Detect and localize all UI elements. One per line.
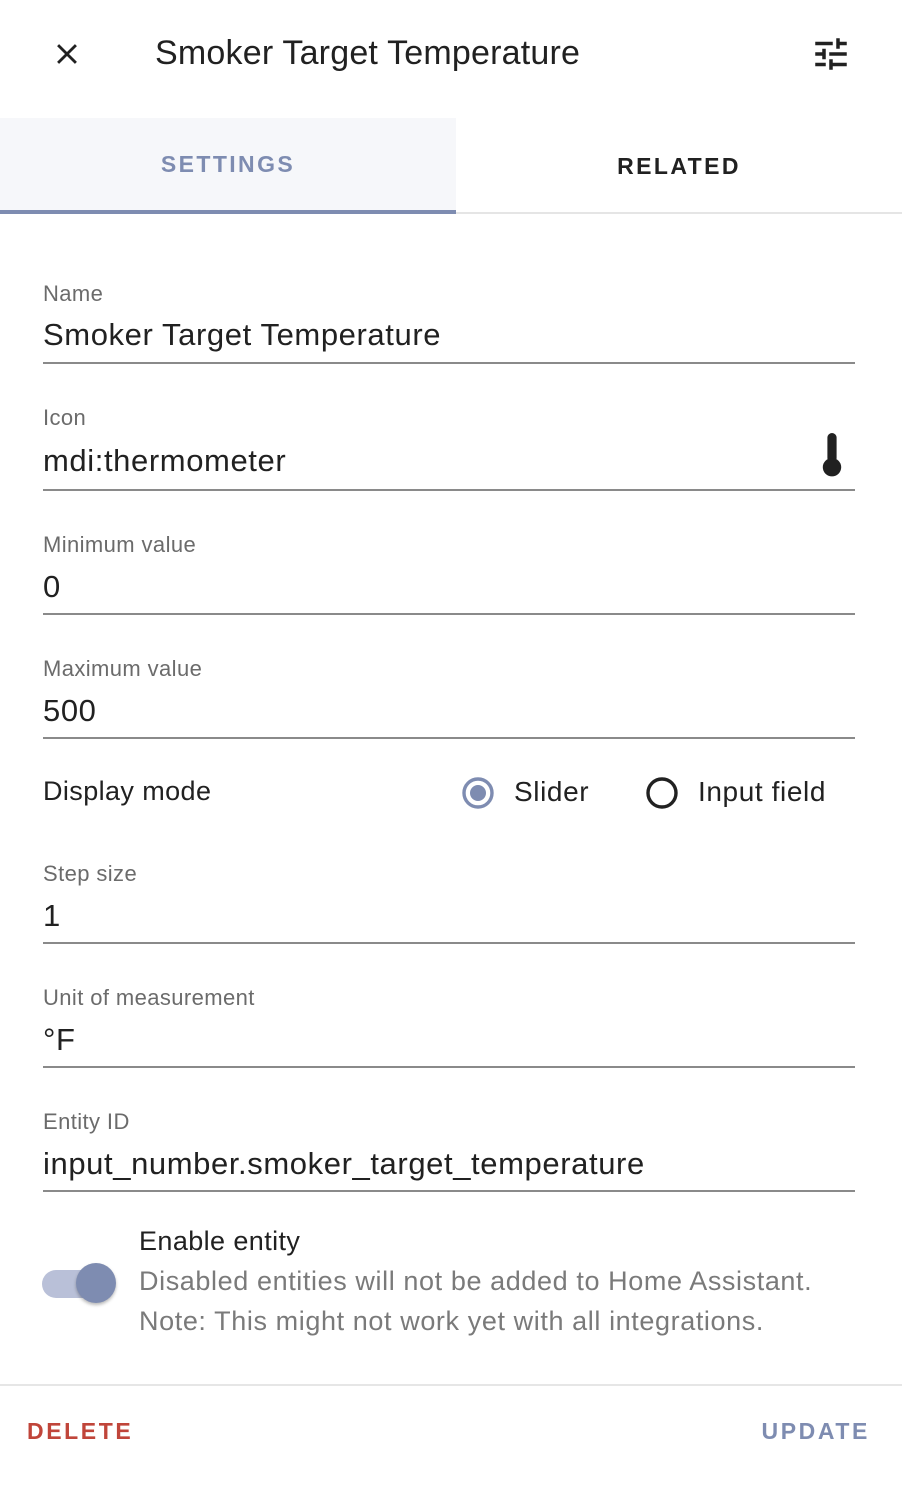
display-mode-label: Display mode xyxy=(43,776,212,806)
step-size-input[interactable]: 1 xyxy=(43,898,803,934)
dialog-header: Smoker Target Temperature xyxy=(0,0,902,118)
icon-label: Icon xyxy=(43,405,87,430)
icon-input[interactable]: mdi:thermometer xyxy=(43,443,803,479)
radio-slider[interactable] xyxy=(461,776,495,810)
minimum-value-input[interactable]: 0 xyxy=(43,569,803,605)
minimum-value-field[interactable]: Minimum value 0 xyxy=(43,532,855,615)
name-label: Name xyxy=(43,281,104,306)
tab-related[interactable]: RELATED xyxy=(456,118,902,214)
unit-of-measurement-label: Unit of measurement xyxy=(43,985,255,1010)
unit-of-measurement-input[interactable]: °F xyxy=(43,1022,803,1058)
radio-input-field[interactable] xyxy=(645,776,679,810)
update-button[interactable]: UPDATE xyxy=(762,1418,870,1445)
name-input[interactable]: Smoker Target Temperature xyxy=(43,317,803,353)
step-size-label: Step size xyxy=(43,861,138,886)
radio-slider-label[interactable]: Slider xyxy=(514,776,589,808)
maximum-value-label: Maximum value xyxy=(43,656,203,681)
thermometer-icon xyxy=(822,433,842,477)
advanced-settings-button[interactable] xyxy=(800,24,862,84)
minimum-value-label: Minimum value xyxy=(43,532,197,557)
maximum-value-field[interactable]: Maximum value 500 xyxy=(43,656,855,739)
enable-entity-label: Enable entity xyxy=(139,1226,301,1256)
close-icon xyxy=(57,44,77,64)
enable-entity-description-line2: Note: This might not work yet with all i… xyxy=(139,1306,764,1336)
entity-id-label: Entity ID xyxy=(43,1109,130,1134)
dialog-title: Smoker Target Temperature xyxy=(155,34,581,72)
icon-field[interactable]: Icon mdi:thermometer xyxy=(43,405,855,491)
close-button[interactable] xyxy=(37,24,97,84)
step-size-field[interactable]: Step size 1 xyxy=(43,861,855,944)
entity-id-field[interactable]: Entity ID input_number.smoker_target_tem… xyxy=(43,1109,855,1192)
unit-of-measurement-field[interactable]: Unit of measurement °F xyxy=(43,985,855,1068)
tab-settings[interactable]: SETTINGS xyxy=(0,118,456,214)
name-field[interactable]: Name Smoker Target Temperature xyxy=(43,281,855,364)
entity-id-input[interactable]: input_number.smoker_target_temperature xyxy=(43,1146,803,1182)
delete-button[interactable]: DELETE xyxy=(27,1418,133,1445)
maximum-value-input[interactable]: 500 xyxy=(43,693,803,729)
toggle-knob xyxy=(76,1263,116,1303)
tune-icon xyxy=(815,38,847,70)
radio-input-field-label[interactable]: Input field xyxy=(698,776,826,808)
footer-divider xyxy=(0,1384,902,1386)
enable-entity-toggle[interactable] xyxy=(42,1263,118,1303)
tab-bar: SETTINGS RELATED xyxy=(0,118,902,214)
enable-entity-description-line1: Disabled entities will not be added to H… xyxy=(139,1266,813,1296)
